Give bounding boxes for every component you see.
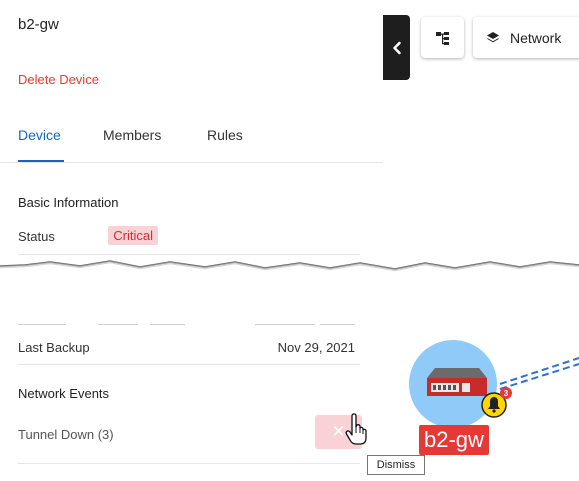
topology-icon [435, 31, 449, 45]
network-event-item: Tunnel Down (3) [18, 427, 114, 442]
alert-count-text: 3 [504, 389, 509, 398]
device-title: b2-gw [18, 16, 59, 33]
layers-icon [487, 31, 499, 42]
tab-divider [0, 162, 383, 163]
last-backup-value: Nov 29, 2021 [277, 340, 355, 355]
map-node-label[interactable]: b2-gw [419, 425, 489, 455]
status-badge: Critical [108, 226, 158, 245]
map-node-graphics: 3 [409, 340, 579, 428]
backup-row-divider [18, 364, 360, 365]
network-label: Network [510, 29, 562, 46]
collapse-panel-button[interactable] [383, 15, 410, 80]
device-details-panel: b2-gw Delete Device Device Members Rules… [0, 0, 383, 481]
topology-button[interactable] [421, 17, 464, 58]
event-row-divider [18, 463, 360, 464]
tab-device[interactable]: Device [18, 127, 61, 143]
dismiss-tooltip: Dismiss [367, 455, 425, 475]
close-icon: ✕ [331, 422, 346, 441]
router-icon [427, 368, 487, 396]
last-backup-label: Last Backup [18, 340, 90, 355]
network-layer-button[interactable]: Network [473, 17, 579, 58]
tab-members[interactable]: Members [103, 127, 161, 143]
chevron-left-icon [392, 41, 401, 54]
status-label: Status [18, 229, 55, 244]
network-link [499, 363, 579, 390]
tab-rules[interactable]: Rules [207, 127, 243, 143]
basic-information-heading: Basic Information [18, 195, 119, 210]
network-link [499, 357, 579, 385]
torn-edge-separator [0, 260, 579, 296]
delete-device-link[interactable]: Delete Device [18, 72, 99, 87]
hand-cursor-icon [345, 413, 367, 445]
network-events-heading: Network Events [18, 386, 110, 401]
